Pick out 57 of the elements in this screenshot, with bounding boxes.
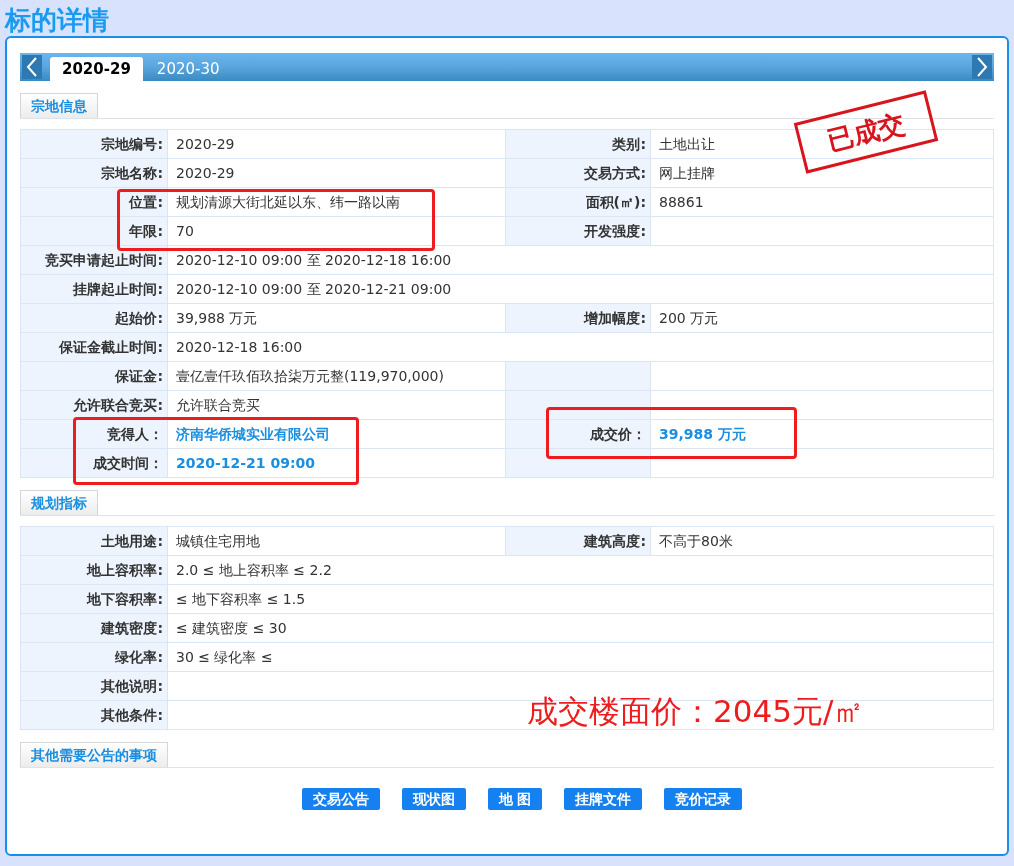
field-label: 土地用途: xyxy=(21,527,168,556)
field-label: 面积(㎡): xyxy=(506,188,651,217)
field-label: 其他说明: xyxy=(21,672,168,701)
field-value: 88861 xyxy=(651,188,994,217)
field-value: 规划清源大街北延以东、纬一路以南 xyxy=(168,188,506,217)
field-label: 竞得人： xyxy=(21,420,168,449)
field-value: 2020-12-10 09:00 至 2020-12-18 16:00 xyxy=(168,246,994,275)
field-value: 壹亿壹仟玖佰玖拾柒万元整(119,970,000) xyxy=(168,362,506,391)
field-value: 网上挂牌 xyxy=(651,159,994,188)
field-value: ≤ 地下容积率 ≤ 1.5 xyxy=(168,585,994,614)
field-label: 其他条件: xyxy=(21,701,168,730)
field-label: 保证金截止时间: xyxy=(21,333,168,362)
field-value: 70 xyxy=(168,217,506,246)
field-label: 允许联合竞买: xyxy=(21,391,168,420)
field-label: 保证金: xyxy=(21,362,168,391)
field-label: 地下容积率: xyxy=(21,585,168,614)
field-label: 宗地名称: xyxy=(21,159,168,188)
tab[interactable]: 2020-29 xyxy=(50,57,143,81)
field-label: 地上容积率: xyxy=(21,556,168,585)
field-label: 建筑密度: xyxy=(21,614,168,643)
action-button[interactable]: 地 图 xyxy=(487,788,543,810)
field-label: 开发强度: xyxy=(506,217,651,246)
field-label: 成交价： xyxy=(506,420,651,449)
page-title: 标的详情 xyxy=(5,4,109,36)
field-value: 2020-29 xyxy=(168,159,506,188)
field-value: 城镇住宅用地 xyxy=(168,527,506,556)
action-button[interactable]: 交易公告 xyxy=(301,788,380,810)
field-label: 绿化率: xyxy=(21,643,168,672)
field-label: 交易方式: xyxy=(506,159,651,188)
tab[interactable]: 2020-30 xyxy=(144,57,232,81)
field-label: 成交时间： xyxy=(21,449,168,478)
field-value: 39,988 万元 xyxy=(168,304,506,333)
field-value: ≤ 建筑密度 ≤ 30 xyxy=(168,614,994,643)
field-value: 2.0 ≤ 地上容积率 ≤ 2.2 xyxy=(168,556,994,585)
field-label: 建筑高度: xyxy=(506,527,651,556)
field-label: 起始价: xyxy=(21,304,168,333)
action-button[interactable]: 竞价记录 xyxy=(664,788,743,810)
section-tab[interactable]: 其他需要公告的事项 xyxy=(20,742,168,767)
field-value: 2020-12-21 09:00 xyxy=(168,449,506,478)
action-button[interactable]: 挂牌文件 xyxy=(564,788,643,810)
action-button[interactable]: 现状图 xyxy=(401,788,466,810)
field-value: 2020-29 xyxy=(168,130,506,159)
field-value: 不高于80米 xyxy=(651,527,994,556)
section-tab[interactable]: 宗地信息 xyxy=(20,93,98,118)
field-label: 年限: xyxy=(21,217,168,246)
field-value: 济南华侨城实业有限公司 xyxy=(168,420,506,449)
field-label: 位置: xyxy=(21,188,168,217)
section-tab[interactable]: 规划指标 xyxy=(20,490,98,515)
field-label: 宗地编号: xyxy=(21,130,168,159)
field-label: 增加幅度: xyxy=(506,304,651,333)
annotation-text: 成交楼面价：2045元/㎡ xyxy=(527,692,865,731)
field-label: 竞买申请起止时间: xyxy=(21,246,168,275)
field-value: 39,988 万元 xyxy=(651,420,994,449)
field-value: 200 万元 xyxy=(651,304,994,333)
field-label: 类别: xyxy=(506,130,651,159)
field-value: 30 ≤ 绿化率 ≤ xyxy=(168,643,994,672)
field-label: 挂牌起止时间: xyxy=(21,275,168,304)
